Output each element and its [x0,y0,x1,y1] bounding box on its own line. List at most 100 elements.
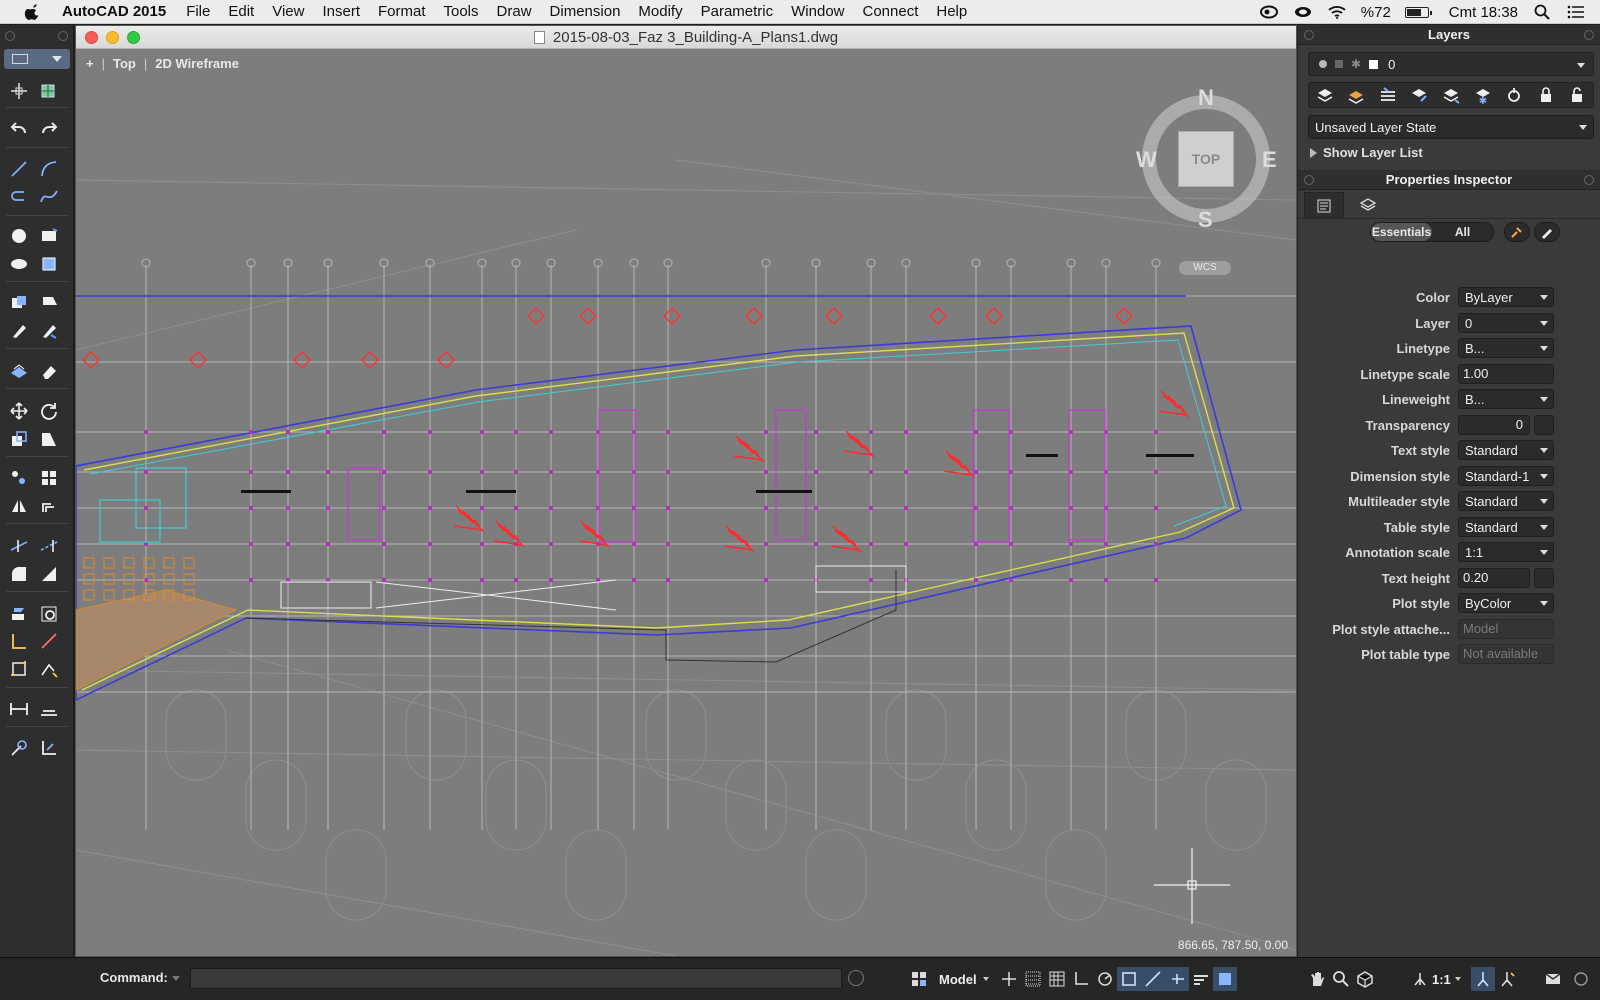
scale-tool-icon[interactable] [8,428,30,450]
show-layer-list-toggle[interactable]: Show Layer List [1310,145,1423,160]
menu-draw[interactable]: Draw [497,3,532,20]
leader-dimension-icon[interactable] [38,658,60,680]
compass-east[interactable]: E [1262,147,1277,173]
viewcube[interactable]: N S E W TOP [1136,85,1277,232]
menu-tools[interactable]: Tools [444,3,479,20]
rotate-tool-icon[interactable] [38,400,60,422]
layers-panel-close-icon[interactable] [1304,30,1314,40]
compass-south[interactable]: S [1198,207,1213,233]
selection-mode-dropdown[interactable] [4,49,70,69]
menu-help[interactable]: Help [936,3,967,20]
aligned-dimension-icon[interactable] [38,630,60,652]
trim-tool-icon[interactable] [8,535,30,557]
copy-tool-icon[interactable] [8,467,30,489]
menu-file[interactable]: File [186,3,210,20]
extend-tool-icon[interactable] [38,535,60,557]
layout-switch-icon[interactable] [907,967,931,991]
spline-tool-icon[interactable] [38,186,60,208]
clock[interactable]: Cmt 18:38 [1449,4,1518,21]
block-tool-icon[interactable] [8,360,30,382]
current-layer-dropdown[interactable]: ✱ 0 [1308,52,1594,76]
layer-turn-on-icon[interactable] [1504,85,1524,105]
layer-freeze-tool-icon[interactable]: ✱ [1473,85,1493,105]
linear-dimension-icon[interactable] [8,630,30,652]
compass-west[interactable]: W [1136,147,1157,173]
customize-status-icon[interactable] [1569,967,1593,991]
menu-dimension[interactable]: Dimension [550,3,621,20]
lineweight-icon[interactable] [1164,967,1189,991]
layers-panel-collapse-icon[interactable] [1584,30,1594,40]
tab-all[interactable]: All [1432,223,1493,241]
annotation-visibility-icon[interactable] [1470,967,1495,991]
apple-icon[interactable] [22,3,44,20]
chamfer-tool-icon[interactable] [38,563,60,585]
dimension-baseline-icon[interactable] [38,698,60,720]
snap-tracking-icon[interactable] [1140,967,1165,991]
layer-unisolate-icon[interactable] [1409,85,1429,105]
view-name-button[interactable]: Top [113,56,136,71]
leader-tool-icon[interactable] [38,320,60,342]
layer-lock-tool-icon[interactable] [1536,85,1556,105]
grid-display-icon[interactable] [1045,967,1069,991]
arc-tool-icon[interactable] [38,158,60,180]
menu-format[interactable]: Format [378,3,426,20]
command-input[interactable] [190,968,842,989]
circle-tool-icon[interactable] [8,225,30,247]
polar-tracking-icon[interactable] [1093,967,1117,991]
pick-object-button[interactable] [1534,222,1560,242]
rectangle-tool-icon[interactable] [38,225,60,247]
3d-orbit-icon[interactable] [1353,967,1377,991]
hatch-tool-icon[interactable] [8,292,30,314]
menu-window[interactable]: Window [791,3,844,20]
model-space-button[interactable]: Model [931,967,997,991]
redo-icon[interactable] [38,118,60,140]
property-input[interactable]: 0 [1458,415,1530,435]
layer-state-dropdown[interactable]: Unsaved Layer State [1308,115,1594,139]
array-tool-icon[interactable] [38,467,60,489]
transparency-menu-button[interactable] [1534,415,1554,435]
zoom-window-icon[interactable] [38,603,60,625]
selection-cycling-icon[interactable] [1212,967,1237,991]
app-menu[interactable]: AutoCAD 2015 [62,3,166,20]
line-tool-icon[interactable] [8,158,30,180]
sync-icon[interactable] [1293,4,1313,20]
creative-cloud-icon[interactable] [1259,4,1279,20]
polyline-tool-icon[interactable] [8,186,30,208]
pan-icon[interactable] [1305,967,1329,991]
menu-insert[interactable]: Insert [322,3,360,20]
tab-layer-properties[interactable] [1348,192,1388,218]
properties-panel-collapse-icon[interactable] [1584,175,1594,185]
palette-collapse-icon[interactable] [58,31,68,41]
close-window-button[interactable] [85,31,98,44]
ortho-icon[interactable] [1069,967,1093,991]
grid-snap-icon[interactable] [1021,967,1045,991]
tab-object-properties[interactable] [1304,192,1344,218]
menu-connect[interactable]: Connect [863,3,919,20]
layer-new-icon[interactable] [1346,85,1366,105]
dimension-box-icon[interactable] [8,658,30,680]
menu-parametric[interactable]: Parametric [701,3,774,20]
properties-panel-close-icon[interactable] [1304,175,1314,185]
tab-essentials[interactable]: Essentials [1371,223,1432,241]
viewport-menu-button[interactable]: + [86,56,94,71]
region-tool-icon[interactable] [38,253,60,275]
measure-icon[interactable] [8,737,30,759]
text-tool-icon[interactable] [8,320,30,342]
mirror-tool-icon[interactable] [8,495,30,517]
ucs-menu[interactable]: WCS [1179,261,1231,275]
stretch-tool-icon[interactable] [38,428,60,450]
object-snap-icon[interactable] [1116,967,1141,991]
property-input[interactable]: 0.20 [1458,568,1530,588]
quick-select-button[interactable] [1504,222,1530,242]
snap-toggle-icon[interactable] [997,967,1021,991]
layer-properties-icon[interactable] [1315,85,1335,105]
transparency-icon[interactable] [1189,967,1213,991]
annotation-scale-button[interactable]: 1:1 [1412,971,1461,987]
menu-edit[interactable]: Edit [228,3,254,20]
auto-scale-icon[interactable] [1495,967,1519,991]
layer-unlock-icon[interactable] [1567,85,1587,105]
layer-isolate-icon[interactable] [1378,85,1398,105]
palette-close-icon[interactable] [5,31,15,41]
ellipse-tool-icon[interactable] [8,253,30,275]
compass-north[interactable]: N [1198,85,1214,111]
